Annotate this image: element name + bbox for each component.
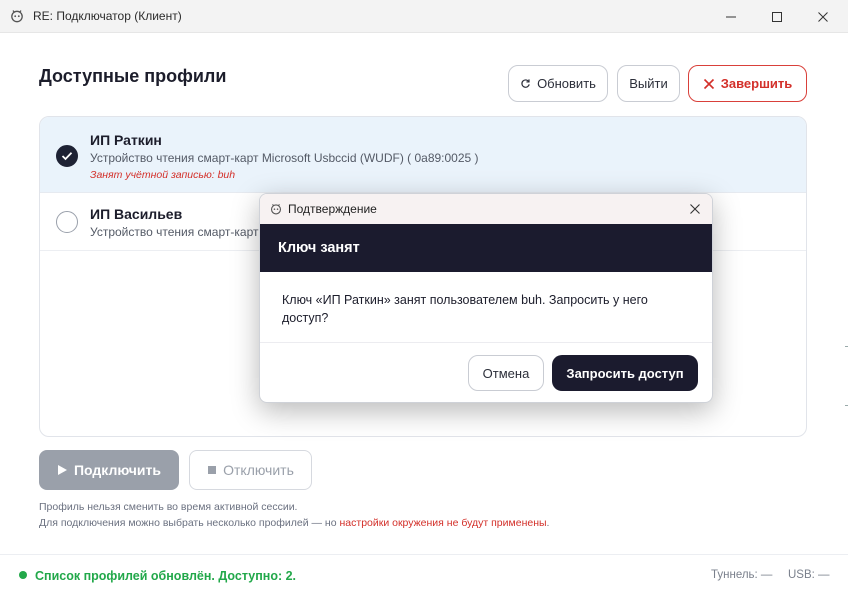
radio-icon[interactable] [56,211,78,233]
profile-row-ratkin[interactable]: ИП Раткин Устройство чтения смарт-карт M… [40,117,806,193]
disconnect-button[interactable]: Отключить [189,450,312,490]
tunnel-status: Туннель: — [711,569,773,581]
dialog-title: Подтверждение [288,202,377,216]
status-message: Список профилей обновлён. Доступно: 2. [35,569,297,583]
close-icon[interactable] [800,0,846,33]
app-icon [270,203,282,215]
maximize-icon[interactable] [754,0,800,33]
dialog-close-icon[interactable] [684,198,706,220]
cancel-button[interactable]: Отмена [468,355,544,391]
profile-device: Устройство чтения смарт-карт Microsoft U… [90,151,479,165]
confirm-dialog: Подтверждение Ключ занят Ключ «ИП Раткин… [259,193,713,403]
hint-session: Профиль нельзя сменить во время активной… [39,501,298,513]
exit-button[interactable]: Выйти [617,65,680,102]
refresh-label: Обновить [537,76,596,91]
window-title: RE: Подключатор (Клиент) [33,9,182,23]
profile-name: ИП Васильев [90,206,183,222]
minimize-icon[interactable] [708,0,754,33]
refresh-icon [520,78,531,89]
exit-label: Выйти [629,76,668,91]
hint-multi-text: Для подключения можно выбрать несколько … [39,517,340,529]
page-title: Доступные профили [39,66,227,86]
request-access-button[interactable]: Запросить доступ [552,355,698,391]
checked-radio-icon[interactable] [56,145,78,167]
profile-name: ИП Раткин [90,132,162,148]
dialog-titlebar: Подтверждение [260,194,712,224]
refresh-button[interactable]: Обновить [508,65,608,102]
x-icon [703,78,715,90]
profile-device: Устройство чтения смарт-карт [90,225,259,239]
dialog-message: Ключ «ИП Раткин» занят пользователем buh… [282,291,682,327]
finish-button[interactable]: Завершить [688,65,807,102]
dialog-header: Ключ занят [260,224,712,272]
play-icon [57,464,68,476]
profile-busy-note: Занят учётной записью: buh [90,169,236,181]
hint-multi-end: . [546,517,550,529]
cancel-label: Отмена [482,365,530,381]
dialog-message-line: доступ? [282,311,329,325]
request-access-label: Запросить доступ [566,365,684,381]
dialog-divider [260,342,712,343]
status-dot-icon [19,571,27,579]
connect-button[interactable]: Подключить [39,450,179,490]
usb-status: USB: — [788,569,830,581]
app-icon [9,8,25,24]
stop-icon [207,465,217,475]
dialog-heading: Ключ занят [278,240,360,256]
connect-label: Подключить [73,462,161,478]
status-bar: Список профилей обновлён. Доступно: 2. Т… [0,554,848,595]
hint-multi: Для подключения можно выбрать несколько … [39,517,549,529]
hint-warning: настройки окружения не будут применены [339,517,547,529]
disconnect-label: Отключить [223,462,294,478]
dialog-message-line: Ключ «ИП Раткин» занят пользователем buh… [282,293,648,307]
finish-label: Завершить [720,76,793,91]
